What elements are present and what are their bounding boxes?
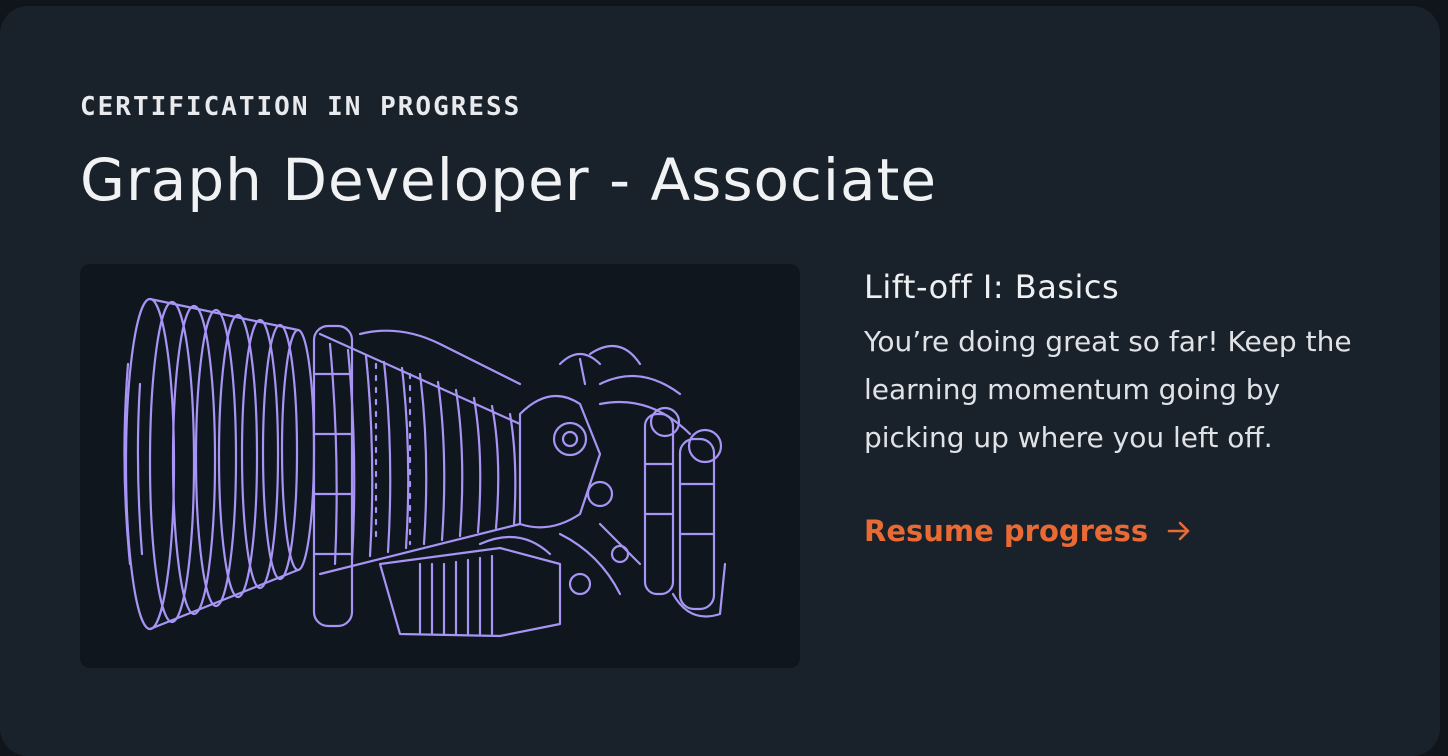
course-description: You’re doing great so far! Keep the lear…	[864, 325, 1352, 454]
certification-title: Graph Developer - Associate	[80, 146, 938, 214]
resume-progress-link[interactable]: Resume progress	[864, 514, 1192, 548]
resume-progress-label: Resume progress	[864, 514, 1149, 548]
course-title: Lift-off I: Basics	[864, 268, 1120, 306]
certification-card: CERTIFICATION IN PROGRESS Graph Develope…	[0, 6, 1440, 756]
arrow-right-icon	[1167, 521, 1190, 541]
certification-status-label: CERTIFICATION IN PROGRESS	[80, 92, 522, 122]
rocket-engine-drawing	[123, 297, 727, 638]
course-info: Lift-off I: Basics You’re doing great so…	[864, 268, 1384, 462]
rocket-engine-illustration	[80, 264, 800, 668]
